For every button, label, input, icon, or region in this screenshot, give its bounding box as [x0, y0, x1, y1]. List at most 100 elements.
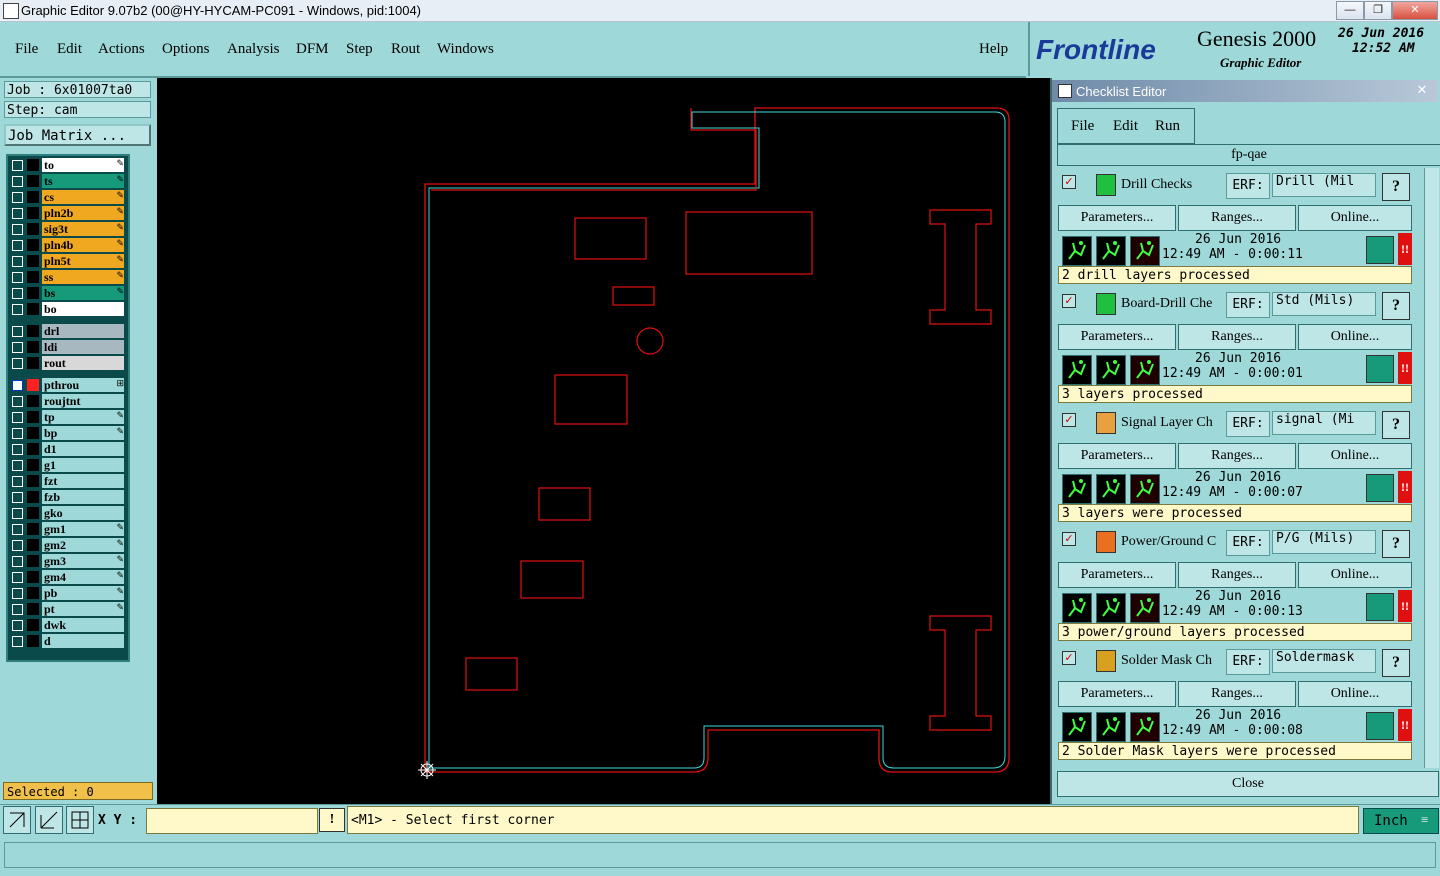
run-icon[interactable]: [1062, 236, 1092, 266]
layer-row[interactable]: d1: [8, 442, 126, 456]
layer-affected-indicator[interactable]: [27, 523, 39, 535]
layer-row[interactable]: dwk: [8, 618, 126, 632]
run-stop-icon[interactable]: [1130, 593, 1160, 623]
online-button[interactable]: Online...: [1298, 324, 1412, 350]
layer-row[interactable]: gm3 ✎: [8, 554, 126, 568]
layer-affected-indicator[interactable]: [27, 411, 39, 423]
zoom-results-icon[interactable]: [1366, 355, 1394, 383]
layer-name[interactable]: ldi: [42, 340, 124, 354]
layer-name[interactable]: ss: [42, 270, 124, 284]
menu-windows[interactable]: Windows: [437, 41, 494, 58]
units-menu[interactable]: Inch ≡: [1363, 808, 1439, 834]
layer-affected-indicator[interactable]: [27, 427, 39, 439]
run-icon[interactable]: [1062, 712, 1092, 742]
layer-checkbox[interactable]: [12, 160, 23, 171]
parameters-button[interactable]: Parameters...: [1058, 681, 1176, 707]
layer-row[interactable]: tp ✎: [8, 410, 126, 424]
online-button[interactable]: Online...: [1298, 562, 1412, 588]
run-stop-icon[interactable]: [1130, 712, 1160, 742]
layer-name[interactable]: roujtnt: [42, 394, 124, 408]
checklist-close-icon[interactable]: ✕: [1412, 82, 1432, 98]
layer-affected-indicator[interactable]: [27, 357, 39, 369]
layer-checkbox[interactable]: [12, 620, 23, 631]
layer-checkbox[interactable]: [12, 476, 23, 487]
layer-name[interactable]: cs: [42, 190, 124, 204]
layer-affected-indicator[interactable]: [27, 571, 39, 583]
layer-affected-indicator[interactable]: [27, 159, 39, 171]
run-stop-icon[interactable]: [1130, 474, 1160, 504]
layer-row[interactable]: fzb: [8, 490, 126, 504]
run-selected-icon[interactable]: [1096, 474, 1126, 504]
layer-name[interactable]: pb: [42, 586, 124, 600]
layer-checkbox[interactable]: [12, 492, 23, 503]
layer-affected-indicator[interactable]: [27, 325, 39, 337]
layer-affected-indicator[interactable]: [27, 341, 39, 353]
layer-row[interactable]: rout: [8, 356, 126, 370]
layer-checkbox[interactable]: [12, 572, 23, 583]
help-button[interactable]: ?: [1382, 411, 1410, 439]
layer-checkbox[interactable]: [12, 588, 23, 599]
layer-affected-indicator[interactable]: [27, 507, 39, 519]
layer-name[interactable]: gm1: [42, 522, 124, 536]
layer-affected-indicator[interactable]: [27, 255, 39, 267]
action-name[interactable]: Power/Ground C: [1121, 534, 1223, 550]
menu-actions[interactable]: Actions: [98, 41, 145, 58]
layer-row[interactable]: pthrou ⊞: [8, 378, 126, 392]
layer-checkbox[interactable]: [12, 304, 23, 315]
layer-checkbox[interactable]: [12, 208, 23, 219]
layer-name[interactable]: fzb: [42, 490, 124, 504]
layer-checkbox[interactable]: [12, 256, 23, 267]
layer-affected-indicator[interactable]: [27, 395, 39, 407]
layer-name[interactable]: d: [42, 634, 124, 648]
layer-name[interactable]: rout: [42, 356, 124, 370]
menu-dfm[interactable]: DFM: [296, 41, 329, 58]
layer-checkbox[interactable]: [12, 224, 23, 235]
layer-affected-indicator[interactable]: [27, 303, 39, 315]
online-button[interactable]: Online...: [1298, 681, 1412, 707]
layer-checkbox[interactable]: [12, 604, 23, 615]
erf-select[interactable]: P/G (Mils): [1272, 530, 1376, 554]
layer-row[interactable]: ldi: [8, 340, 126, 354]
layer-name[interactable]: fzt: [42, 474, 124, 488]
erf-select[interactable]: Std (Mils): [1272, 292, 1376, 316]
menu-help[interactable]: Help: [979, 41, 1008, 58]
layer-checkbox[interactable]: [12, 636, 23, 647]
layer-name[interactable]: gm2: [42, 538, 124, 552]
menu-file[interactable]: File: [15, 41, 38, 58]
layer-affected-indicator[interactable]: [27, 635, 39, 647]
layer-checkbox[interactable]: [12, 326, 23, 337]
error-status-icon[interactable]: !!: [1398, 233, 1412, 265]
run-selected-icon[interactable]: [1096, 593, 1126, 623]
item-enable-checkbox[interactable]: ✓: [1062, 413, 1076, 427]
layer-row[interactable]: bp ✎: [8, 426, 126, 440]
xy-input[interactable]: [146, 808, 318, 834]
layer-row[interactable]: to ✎: [8, 158, 126, 172]
measure-tool-icon[interactable]: [35, 806, 63, 834]
error-status-icon[interactable]: !!: [1398, 709, 1412, 741]
layer-row[interactable]: drl: [8, 324, 126, 338]
action-name[interactable]: Solder Mask Ch: [1121, 653, 1223, 669]
layer-checkbox[interactable]: [12, 524, 23, 535]
help-button[interactable]: ?: [1382, 292, 1410, 320]
ranges-button[interactable]: Ranges...: [1178, 562, 1296, 588]
close-window-button[interactable]: ✕: [1392, 1, 1438, 20]
zoom-results-icon[interactable]: [1366, 236, 1394, 264]
layer-row[interactable]: bs ✎: [8, 286, 126, 300]
layer-affected-indicator[interactable]: [27, 271, 39, 283]
layer-row[interactable]: sig3t ✎: [8, 222, 126, 236]
layer-name[interactable]: pthrou: [42, 378, 124, 392]
layer-row[interactable]: gm1 ✎: [8, 522, 126, 536]
run-selected-icon[interactable]: [1096, 712, 1126, 742]
layer-affected-indicator[interactable]: [27, 239, 39, 251]
layer-affected-indicator[interactable]: [27, 539, 39, 551]
layer-checkbox[interactable]: [12, 176, 23, 187]
layer-name[interactable]: pt: [42, 602, 124, 616]
checklist-scrollbar[interactable]: [1424, 168, 1439, 768]
parameters-button[interactable]: Parameters...: [1058, 205, 1176, 231]
layer-row[interactable]: ss ✎: [8, 270, 126, 284]
layer-affected-indicator[interactable]: [27, 603, 39, 615]
layer-name[interactable]: pln4b: [42, 238, 124, 252]
layer-name[interactable]: g1: [42, 458, 124, 472]
checklist-menu-run[interactable]: Run: [1155, 118, 1180, 135]
help-button[interactable]: ?: [1382, 649, 1410, 677]
